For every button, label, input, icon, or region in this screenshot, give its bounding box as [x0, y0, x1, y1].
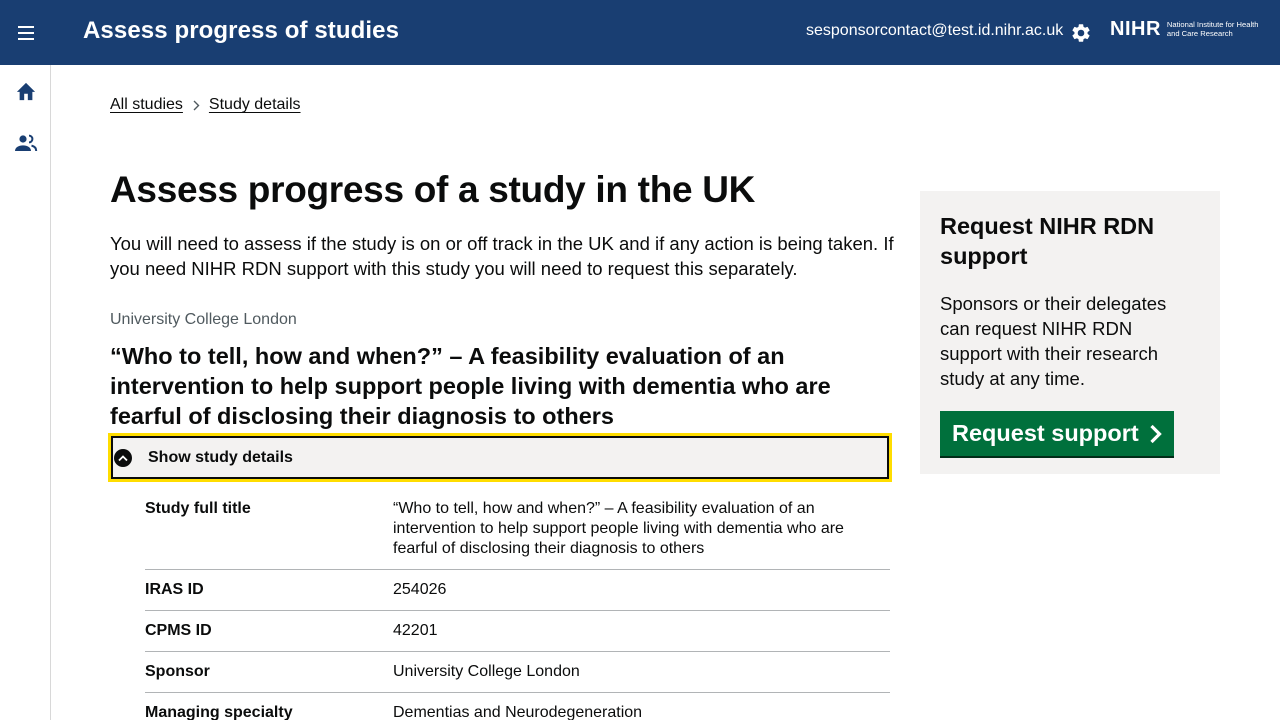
intro-text: You will need to assess if the study is … — [110, 233, 894, 279]
menu-icon — [18, 26, 34, 40]
nihr-logo: NIHR National Institute for Health and C… — [1110, 19, 1267, 39]
summary-value: 42201 — [393, 622, 438, 639]
chevron-right-icon — [193, 100, 200, 111]
chevron-up-circle-icon — [114, 449, 132, 467]
app-title: Assess progress of studies — [83, 17, 400, 44]
settings-button[interactable] — [1068, 20, 1094, 46]
people-icon — [15, 134, 38, 152]
summary-row: Sponsor University College London — [145, 652, 890, 693]
summary-row: Study full title “Who to tell, how and w… — [145, 489, 890, 570]
summary-key: CPMS ID — [145, 622, 212, 639]
sidebar-item-users[interactable] — [13, 130, 39, 156]
gear-icon — [1072, 24, 1090, 42]
show-study-details-toggle[interactable]: Show study details — [108, 433, 892, 482]
breadcrumb-all-studies[interactable]: All studies — [110, 96, 183, 114]
study-title-heading: “Who to tell, how and when?” – A feasibi… — [110, 343, 831, 429]
summary-row: CPMS ID 42201 — [145, 611, 890, 652]
request-support-heading: Request NIHR RDN support — [940, 213, 1155, 269]
summary-value: Dementias and Neurodegeneration — [393, 704, 643, 720]
request-support-panel: Request NIHR RDN support Sponsors or the… — [920, 191, 1220, 474]
summary-key: Managing specialty — [145, 704, 293, 720]
summary-value: University College London — [393, 663, 580, 680]
request-support-text: Sponsors or their delegates can request … — [940, 293, 1167, 389]
show-study-details-label: Show study details — [148, 449, 293, 466]
sidebar-item-home[interactable] — [13, 78, 39, 104]
menu-button[interactable] — [12, 18, 42, 48]
breadcrumb-study-details[interactable]: Study details — [209, 96, 301, 114]
summary-key: Sponsor — [145, 663, 210, 680]
summary-key: Study full title — [145, 500, 251, 517]
logo-subtitle: National Institute for Health and Care R… — [1166, 20, 1259, 38]
organisation-caption: University College London — [110, 311, 297, 328]
summary-row: IRAS ID 254026 — [145, 570, 890, 611]
chevron-right-icon — [1149, 424, 1163, 444]
request-support-button[interactable]: Request support — [940, 411, 1174, 456]
summary-value: “Who to tell, how and when?” – A feasibi… — [393, 500, 844, 557]
request-support-label: Request support — [952, 420, 1139, 446]
app-header: Assess progress of studies sesponsorcont… — [0, 0, 1280, 65]
study-summary-list: Study full title “Who to tell, how and w… — [145, 489, 890, 720]
logo-mark: NIHR — [1110, 18, 1161, 40]
summary-key: IRAS ID — [145, 581, 204, 598]
summary-row: Managing specialty Dementias and Neurode… — [145, 693, 890, 720]
home-icon — [16, 82, 36, 101]
user-email: sesponsorcontact@test.id.nihr.ac.uk — [806, 22, 1064, 39]
page-title: Assess progress of a study in the UK — [110, 169, 756, 210]
sidebar — [0, 65, 51, 720]
breadcrumb: All studies Study details — [110, 96, 301, 114]
summary-value: 254026 — [393, 581, 447, 598]
